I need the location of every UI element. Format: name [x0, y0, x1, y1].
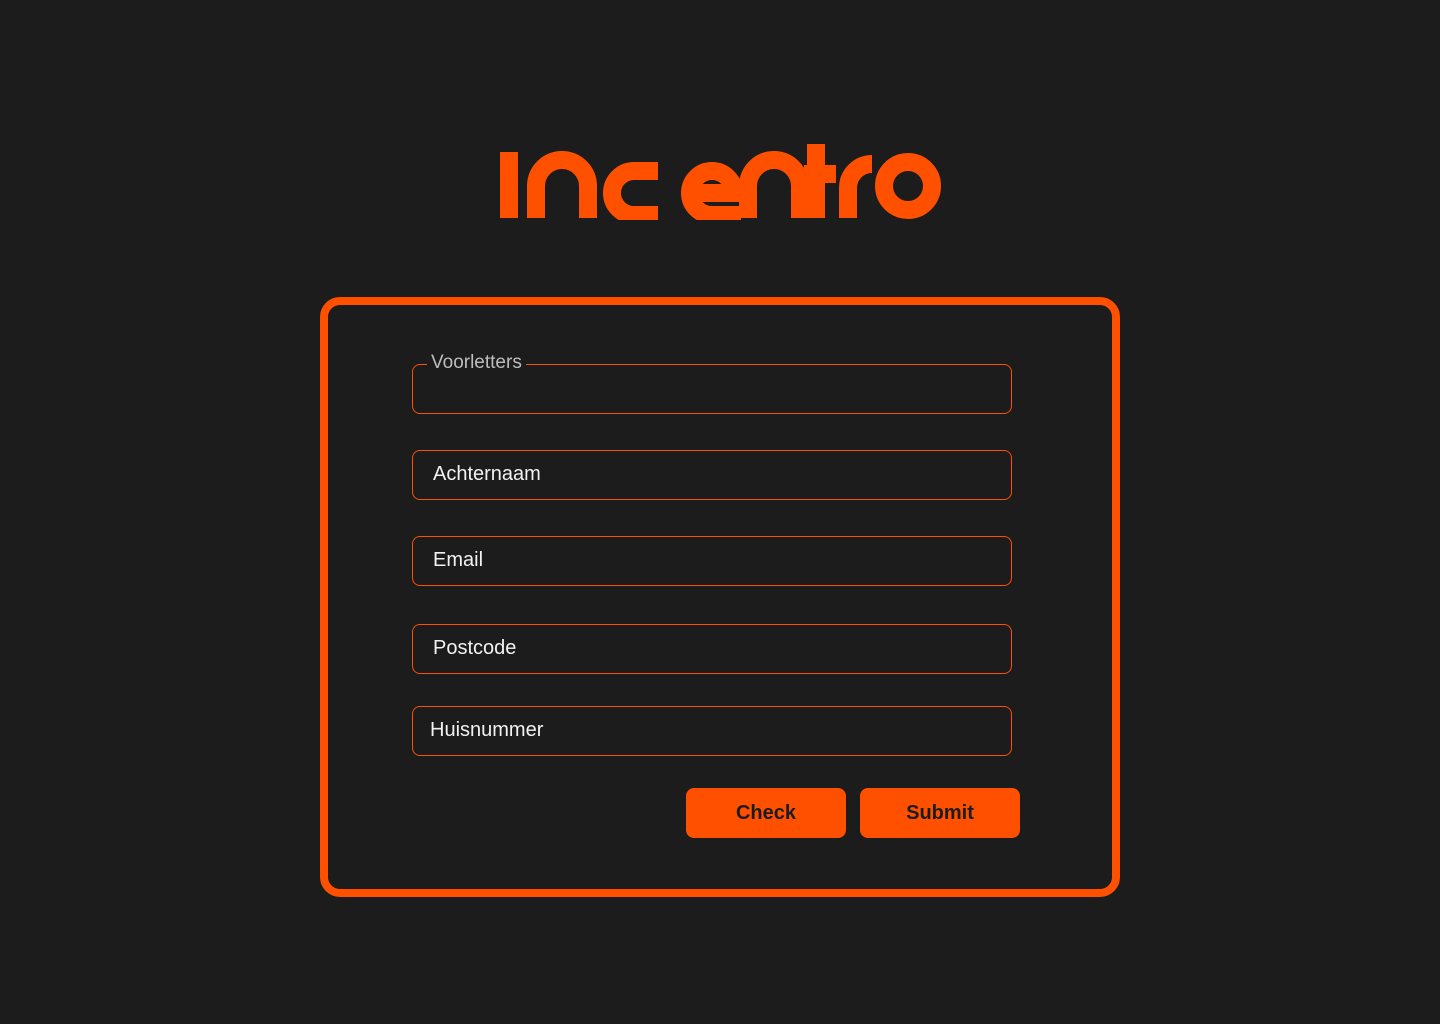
- last-name-placeholder: Achternaam: [433, 463, 541, 485]
- page: Voorletters Achternaam Email Postcode Hu…: [0, 0, 1440, 1024]
- submit-button[interactable]: Submit: [860, 788, 1020, 838]
- postcode-field[interactable]: Postcode: [412, 624, 1012, 674]
- email-placeholder: Email: [433, 549, 484, 571]
- postcode-placeholder: Postcode: [433, 637, 517, 659]
- last-name-field[interactable]: Achternaam: [412, 450, 1012, 500]
- incentro-logo: [498, 144, 942, 220]
- email-field[interactable]: Email: [412, 536, 1012, 586]
- initials-label: Voorletters: [427, 351, 526, 375]
- house-number-placeholder: Huisnummer: [430, 719, 544, 741]
- house-number-field[interactable]: Huisnummer: [412, 706, 1012, 756]
- initials-field[interactable]: Voorletters: [412, 351, 1012, 414]
- check-button[interactable]: Check: [686, 788, 846, 838]
